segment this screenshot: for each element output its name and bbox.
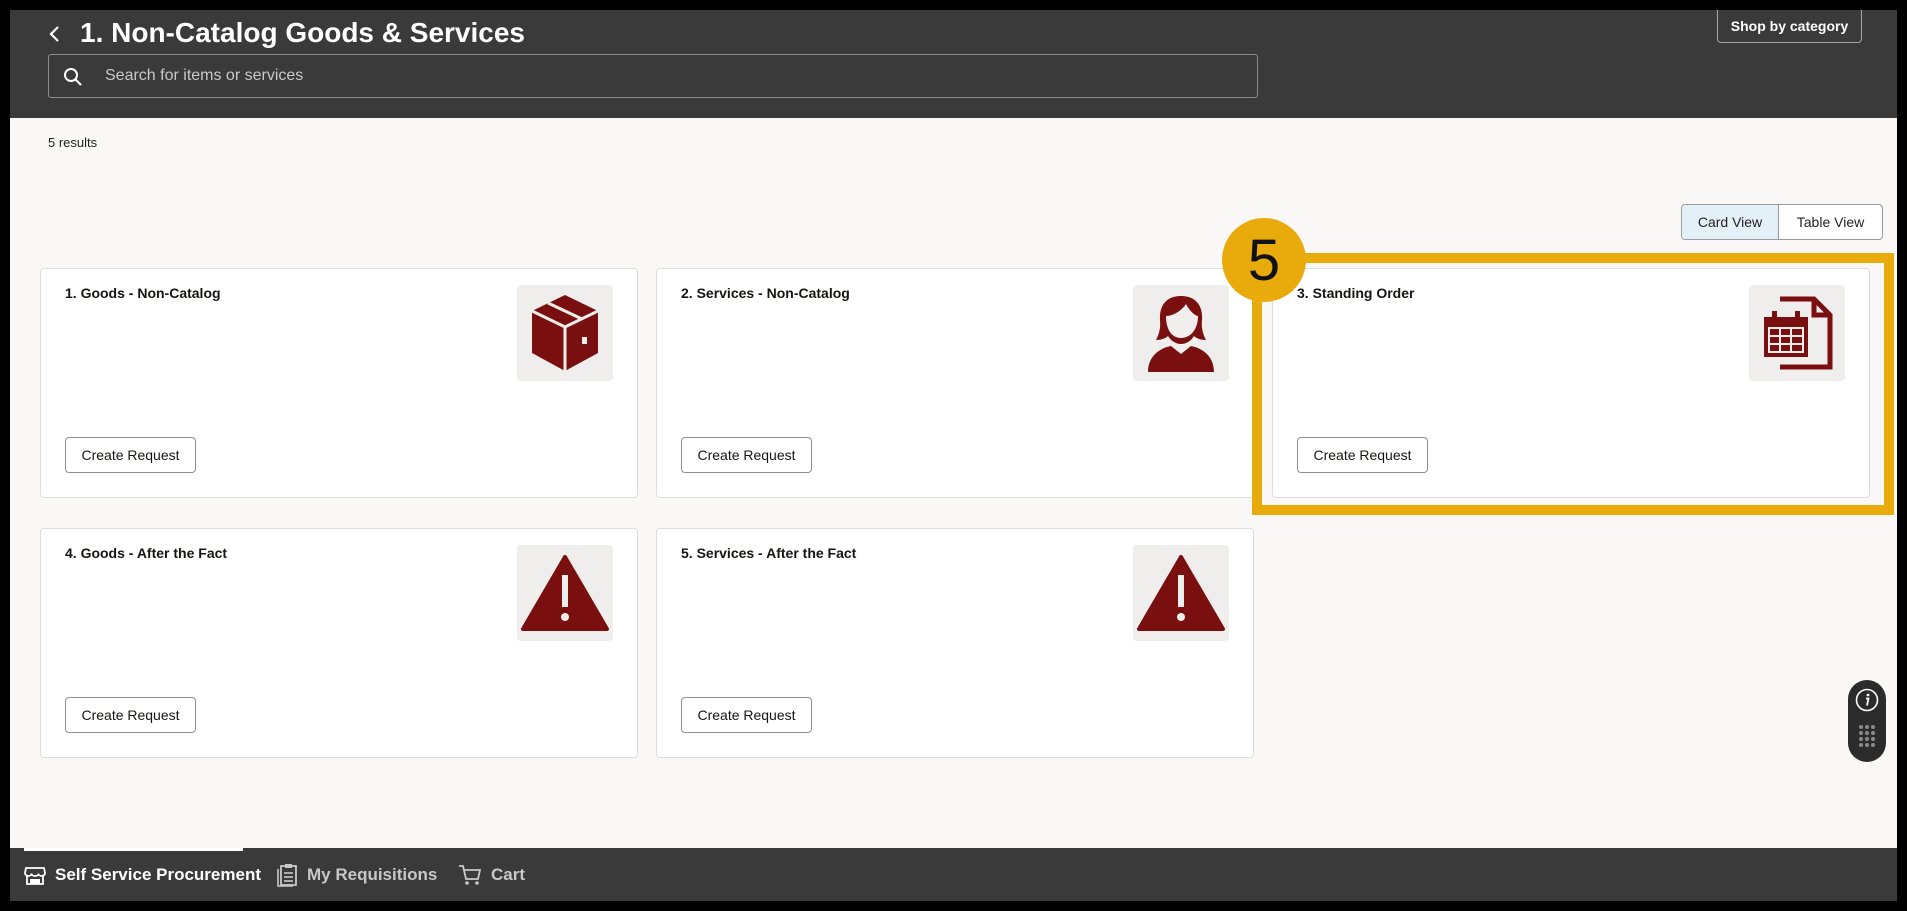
card-view-button[interactable]: Card View xyxy=(1682,205,1779,239)
card-icon-tile xyxy=(517,285,613,381)
card-services-after-the-fact: 5. Services - After the Fact Create Requ… xyxy=(656,528,1254,758)
card-icon-tile xyxy=(1749,285,1845,381)
card-title: 4. Goods - After the Fact xyxy=(65,545,228,561)
card-title: 5. Services - After the Fact xyxy=(681,545,857,561)
grid-icon[interactable] xyxy=(1858,724,1876,748)
warning-icon xyxy=(1137,555,1225,631)
info-icon[interactable] xyxy=(1855,688,1879,712)
app-frame: 1. Non-Catalog Goods & Services Shop by … xyxy=(10,10,1897,901)
nav-cart[interactable]: Cart xyxy=(458,862,525,888)
package-icon xyxy=(531,295,599,371)
person-icon xyxy=(1148,296,1214,372)
store-icon xyxy=(24,867,46,885)
card-goods-non-catalog: 1. Goods - Non-Catalog Create Request xyxy=(40,268,638,498)
clipboard-icon xyxy=(277,864,297,887)
chevron-left-icon xyxy=(49,26,59,42)
card-icon-tile xyxy=(517,545,613,641)
warning-icon xyxy=(521,555,609,631)
card-standing-order: 3. Standing Order Create Request xyxy=(1272,268,1870,498)
nav-label: Cart xyxy=(491,865,526,884)
card-title: 1. Goods - Non-Catalog xyxy=(65,285,221,301)
search-box[interactable] xyxy=(48,54,1258,98)
card-icon-tile xyxy=(1133,285,1229,381)
back-button[interactable] xyxy=(40,14,70,54)
nav-self-service-procurement[interactable]: Self Service Procurement xyxy=(24,862,261,888)
shop-by-category-button[interactable]: Shop by category xyxy=(1717,10,1862,43)
page-title: 1. Non-Catalog Goods & Services xyxy=(80,17,525,48)
nav-my-requisitions[interactable]: My Requisitions xyxy=(276,862,437,888)
card-icon-tile xyxy=(1133,545,1229,641)
create-request-button[interactable]: Create Request xyxy=(1297,437,1428,473)
card-title: 2. Services - Non-Catalog xyxy=(681,285,850,301)
calendar-document-icon xyxy=(1764,296,1833,370)
cart-icon xyxy=(459,865,482,885)
card-title: 3. Standing Order xyxy=(1297,285,1415,301)
nav-label: Self Service Procurement xyxy=(55,865,261,884)
bottom-nav: Self Service Procurement My Requisitions… xyxy=(10,848,1897,901)
card-goods-after-the-fact: 4. Goods - After the Fact Create Request xyxy=(40,528,638,758)
create-request-button[interactable]: Create Request xyxy=(65,697,196,733)
page-header: 1. Non-Catalog Goods & Services Shop by … xyxy=(10,10,1897,118)
create-request-button[interactable]: Create Request xyxy=(65,437,196,473)
card-services-non-catalog: 2. Services - Non-Catalog Create Request xyxy=(656,268,1254,498)
help-widget[interactable] xyxy=(1848,680,1886,762)
create-request-button[interactable]: Create Request xyxy=(681,437,812,473)
search-input[interactable] xyxy=(105,55,1245,97)
active-tab-indicator xyxy=(24,848,243,851)
step-number-badge: 5 xyxy=(1222,218,1306,302)
create-request-button[interactable]: Create Request xyxy=(681,697,812,733)
view-toggle: Card View Table View xyxy=(1681,204,1883,240)
results-count: 5 results xyxy=(48,135,98,150)
table-view-button[interactable]: Table View xyxy=(1779,205,1882,239)
nav-label: My Requisitions xyxy=(307,865,438,884)
search-icon xyxy=(64,68,82,86)
